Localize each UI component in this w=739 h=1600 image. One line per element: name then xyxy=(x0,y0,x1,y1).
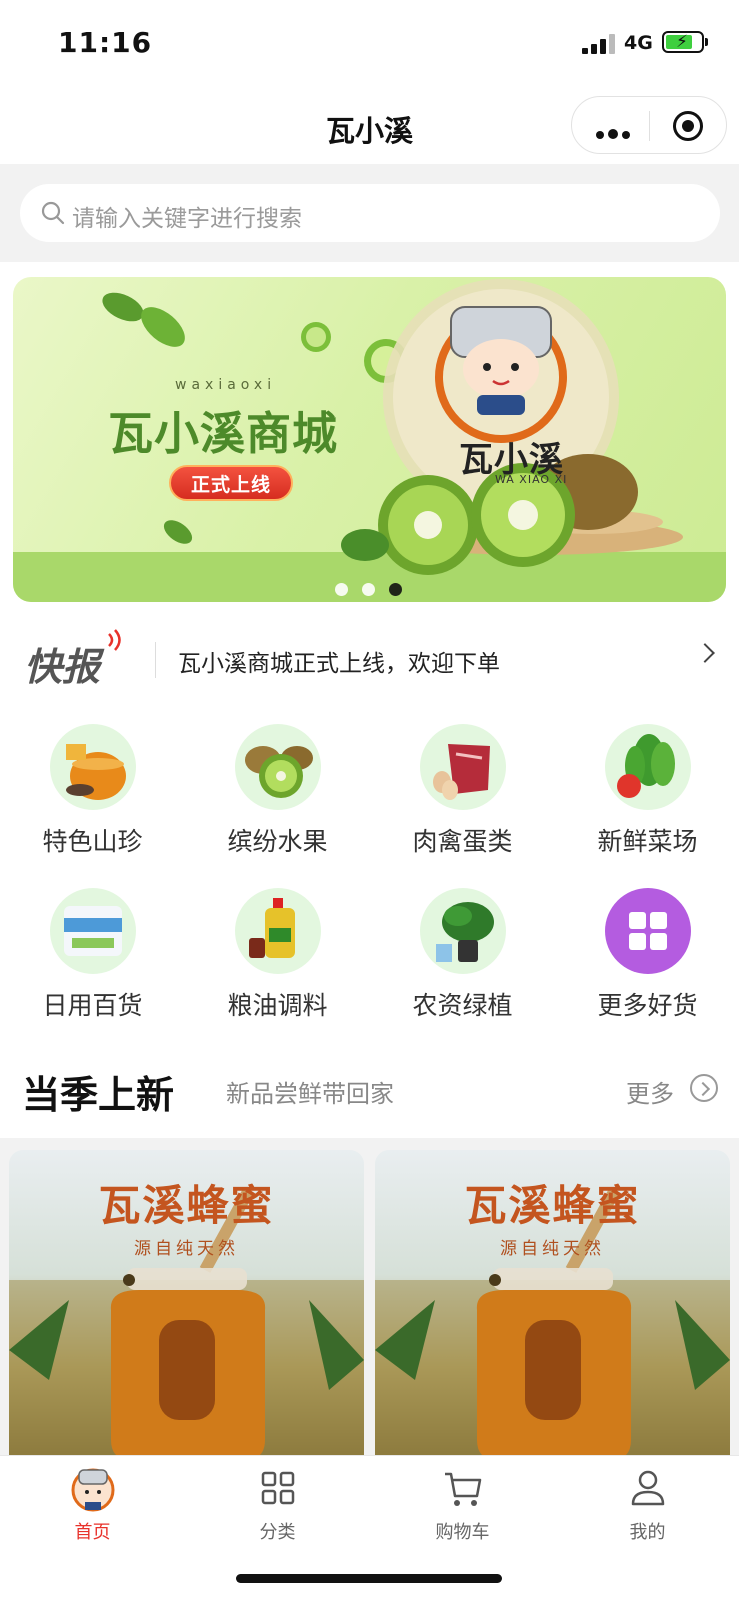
carousel-dot[interactable] xyxy=(362,583,375,596)
category-label: 特色山珍 xyxy=(42,827,143,856)
product-title: 瓦溪蜂蜜 xyxy=(98,1181,275,1230)
tab-cart[interactable]: 购物车 xyxy=(370,1466,555,1544)
close-target-icon[interactable] xyxy=(673,111,703,141)
product-subtitle: 源自纯天然 xyxy=(134,1239,239,1259)
tab-label: 首页 xyxy=(74,1522,111,1543)
search-bar-area: 请输入关键字进行搜索 xyxy=(0,164,739,262)
vegetable-icon xyxy=(604,724,691,810)
mini-program-capsule xyxy=(571,96,727,154)
category-label: 更多好货 xyxy=(597,991,698,1020)
cart-icon xyxy=(439,1466,487,1512)
home-indicator xyxy=(236,1574,502,1583)
category-item[interactable]: 日用百货 xyxy=(0,888,185,1022)
tab-label: 我的 xyxy=(629,1522,666,1543)
carousel-dot[interactable] xyxy=(335,583,348,596)
tab-label: 分类 xyxy=(259,1522,296,1543)
grid-icon xyxy=(604,888,691,974)
promo-banner[interactable]: waxiaoxi 瓦小溪商城 正式上线 瓦小溪 WA XIAO XI xyxy=(13,277,726,602)
user-icon xyxy=(624,1466,672,1512)
logo-en: WA XIAO XI xyxy=(495,473,568,486)
status-time: 11:16 xyxy=(58,26,153,59)
category-item[interactable]: 更多好货 xyxy=(555,888,739,1022)
more-link[interactable]: 更多 xyxy=(626,1074,674,1109)
signal-icon xyxy=(582,34,616,54)
category-label: 粮油调料 xyxy=(227,991,328,1020)
status-bar: 11:16 4G ⚡ xyxy=(0,0,739,88)
category-label: 缤纷水果 xyxy=(227,827,328,856)
plant-icon xyxy=(419,888,506,974)
search-icon xyxy=(41,201,65,225)
news-divider xyxy=(155,642,156,678)
news-brand: 快报 xyxy=(24,645,101,689)
home-avatar-icon xyxy=(69,1466,117,1512)
category-label: 肉禽蛋类 xyxy=(412,827,513,856)
news-ticker[interactable]: 快报 瓦小溪商城正式上线，欢迎下单 xyxy=(0,618,739,700)
search-input[interactable]: 请输入关键字进行搜索 xyxy=(20,184,720,242)
network-label: 4G xyxy=(624,32,653,54)
banner-title: 瓦小溪商城 xyxy=(108,407,339,460)
section-subtitle: 新品尝鲜带回家 xyxy=(226,1080,394,1108)
oil-icon xyxy=(234,888,321,974)
category-item[interactable]: 新鲜菜场 xyxy=(555,724,739,858)
category-label: 日用百货 xyxy=(42,991,143,1020)
tab-home[interactable]: 首页 xyxy=(0,1466,185,1544)
category-label: 新鲜菜场 xyxy=(597,827,698,856)
banner-tag: 正式上线 xyxy=(169,465,293,501)
product-title: 瓦溪蜂蜜 xyxy=(464,1181,641,1230)
grid-icon xyxy=(254,1466,302,1512)
capsule-divider xyxy=(649,111,650,141)
category-label: 农资绿植 xyxy=(412,991,513,1020)
battery-icon: ⚡ xyxy=(662,31,704,53)
section-title: 当季上新 xyxy=(22,1073,175,1117)
nav-bar: 瓦小溪 xyxy=(0,88,739,164)
product-subtitle: 源自纯天然 xyxy=(500,1239,605,1259)
banner-subtitle: waxiaoxi xyxy=(175,377,277,393)
category-item[interactable]: 缤纷水果 xyxy=(185,724,370,858)
category-item[interactable]: 肉禽蛋类 xyxy=(370,724,555,858)
category-item[interactable]: 农资绿植 xyxy=(370,888,555,1022)
product-card[interactable]: 瓦溪蜂蜜 源自纯天然 xyxy=(9,1150,364,1460)
news-text: 瓦小溪商城正式上线，欢迎下单 xyxy=(178,651,500,677)
carousel-indicator xyxy=(335,581,416,600)
season-section-header: 当季上新 新品尝鲜带回家 更多 xyxy=(0,1048,739,1138)
category-item[interactable]: 特色山珍 xyxy=(0,724,185,858)
chevron-right-icon[interactable] xyxy=(695,643,715,663)
product-card[interactable]: 瓦溪蜂蜜 源自纯天然 xyxy=(375,1150,730,1460)
honey-icon xyxy=(49,724,136,810)
more-menu-icon[interactable] xyxy=(596,124,634,143)
search-placeholder: 请输入关键字进行搜索 xyxy=(72,206,302,232)
broadcast-icon xyxy=(108,629,121,651)
battery-cap xyxy=(705,38,708,46)
chevron-circle-right-icon[interactable] xyxy=(690,1074,718,1102)
carousel-dot-active[interactable] xyxy=(389,583,402,596)
kiwi-icon xyxy=(234,724,321,810)
tab-label: 购物车 xyxy=(435,1522,490,1543)
tab-profile[interactable]: 我的 xyxy=(555,1466,739,1544)
category-item[interactable]: 粮油调料 xyxy=(185,888,370,1022)
tab-category[interactable]: 分类 xyxy=(185,1466,370,1544)
tissue-icon xyxy=(49,888,136,974)
meat-icon xyxy=(419,724,506,810)
